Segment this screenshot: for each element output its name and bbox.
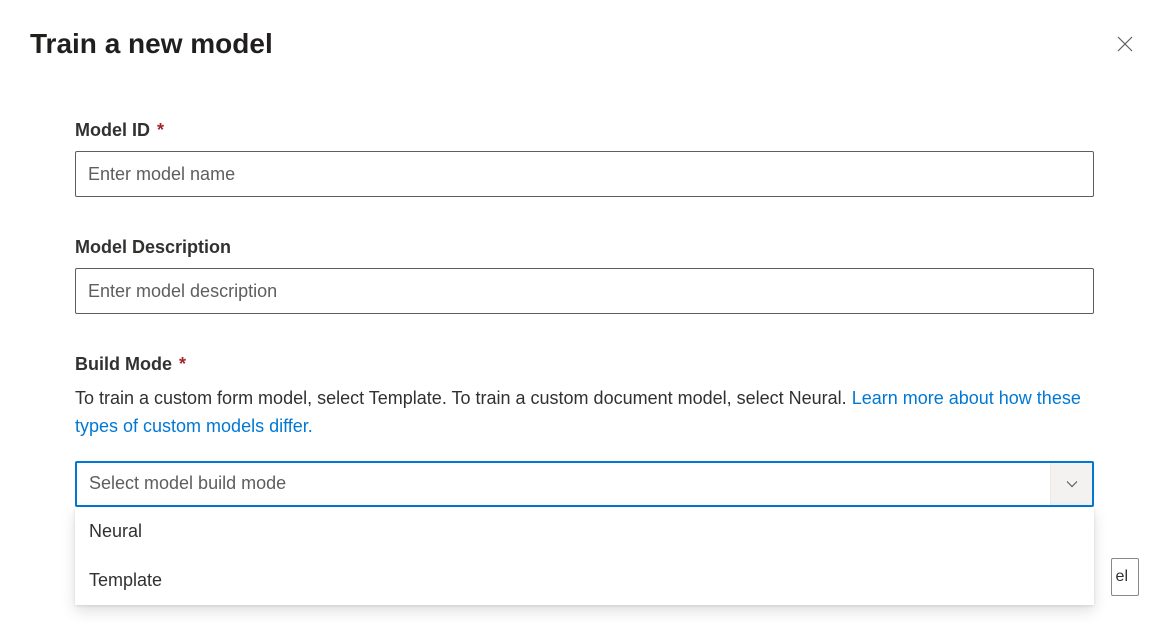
build-mode-select-wrapper: Select model build mode Neural Template bbox=[75, 461, 1094, 507]
model-id-label: Model ID * bbox=[75, 120, 1094, 141]
required-mark: * bbox=[157, 120, 164, 140]
build-mode-select-placeholder: Select model build mode bbox=[89, 473, 286, 494]
model-description-input[interactable] bbox=[75, 268, 1094, 314]
build-mode-help-text-body: To train a custom form model, select Tem… bbox=[75, 388, 852, 408]
model-description-label: Model Description bbox=[75, 237, 1094, 258]
model-id-label-text: Model ID bbox=[75, 120, 150, 140]
close-icon bbox=[1117, 36, 1133, 52]
dropdown-option-template[interactable]: Template bbox=[75, 556, 1094, 605]
model-id-field-group: Model ID * bbox=[75, 120, 1094, 197]
form-area: Model ID * Model Description Build Mode … bbox=[30, 60, 1139, 507]
build-mode-dropdown-list: Neural Template bbox=[75, 507, 1094, 605]
cancel-button-label-fragment: el bbox=[1116, 568, 1128, 586]
build-mode-label-text: Build Mode bbox=[75, 354, 172, 374]
build-mode-help-text: To train a custom form model, select Tem… bbox=[75, 385, 1094, 441]
model-description-field-group: Model Description bbox=[75, 237, 1094, 314]
build-mode-field-group: Build Mode * To train a custom form mode… bbox=[75, 354, 1094, 507]
close-button[interactable] bbox=[1111, 30, 1139, 58]
build-mode-label: Build Mode * bbox=[75, 354, 1094, 375]
dropdown-option-neural[interactable]: Neural bbox=[75, 507, 1094, 556]
model-id-input[interactable] bbox=[75, 151, 1094, 197]
build-mode-select[interactable]: Select model build mode bbox=[75, 461, 1094, 507]
chevron-down-icon bbox=[1050, 463, 1092, 505]
required-mark: * bbox=[179, 354, 186, 374]
cancel-button[interactable]: el bbox=[1111, 558, 1139, 596]
dialog-title: Train a new model bbox=[30, 28, 273, 60]
